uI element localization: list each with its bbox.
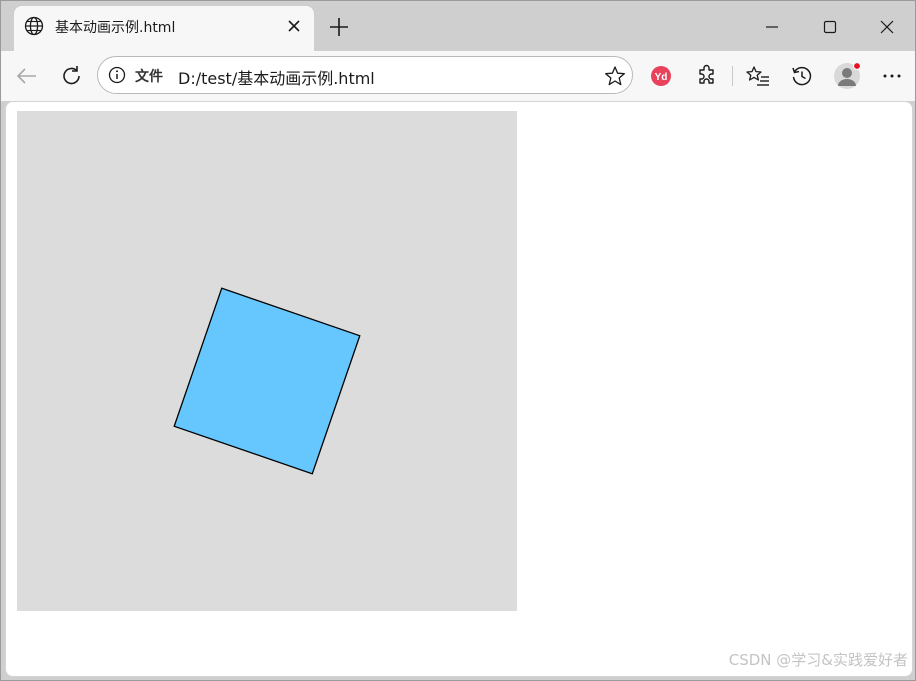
avatar[interactable] — [833, 61, 862, 90]
address-scheme-label: 文件 — [135, 69, 163, 85]
address-bar[interactable]: 文件 D:/test/基本动画示例.html — [97, 56, 633, 94]
info-icon[interactable] — [108, 66, 126, 84]
globe-icon — [24, 16, 44, 36]
star-icon[interactable] — [604, 65, 626, 87]
tab-strip: 基本动画示例.html — [1, 1, 915, 51]
active-tab[interactable]: 基本动画示例.html — [14, 6, 314, 51]
history-icon[interactable] — [789, 63, 815, 89]
extension-badge-icon: Yd — [651, 66, 671, 86]
minimize-icon[interactable] — [760, 15, 784, 39]
browser-window: 基本动画示例.html 文件 D:/test/基本动画示例.html Yd CS… — [0, 0, 916, 681]
close-icon[interactable] — [285, 17, 303, 35]
rotating-square — [173, 287, 361, 475]
tab-title: 基本动画示例.html — [55, 20, 176, 36]
address-url[interactable]: D:/test/基本动画示例.html — [178, 65, 375, 89]
toolbar-divider — [732, 66, 733, 86]
plus-icon[interactable] — [327, 15, 351, 39]
refresh-icon[interactable] — [59, 63, 85, 89]
maximize-icon[interactable] — [818, 15, 842, 39]
page-viewport: CSDN @学习&实践爱好者 — [5, 101, 913, 677]
browser-toolbar: 文件 D:/test/基本动画示例.html Yd — [1, 51, 915, 101]
arrow-left-icon[interactable] — [14, 63, 40, 89]
canvas-svg — [173, 287, 361, 475]
more-horizontal-icon[interactable] — [879, 63, 905, 89]
puzzle-icon[interactable] — [694, 63, 720, 89]
extension-youdao-button[interactable]: Yd — [648, 63, 674, 89]
profile-icon — [834, 61, 862, 89]
extension-badge-text: Yd — [655, 72, 668, 83]
animation-canvas — [17, 111, 517, 611]
watermark: CSDN @学习&实践爱好者 — [728, 651, 908, 669]
favorites-list-icon[interactable] — [745, 63, 771, 89]
window-close-icon[interactable] — [875, 15, 899, 39]
